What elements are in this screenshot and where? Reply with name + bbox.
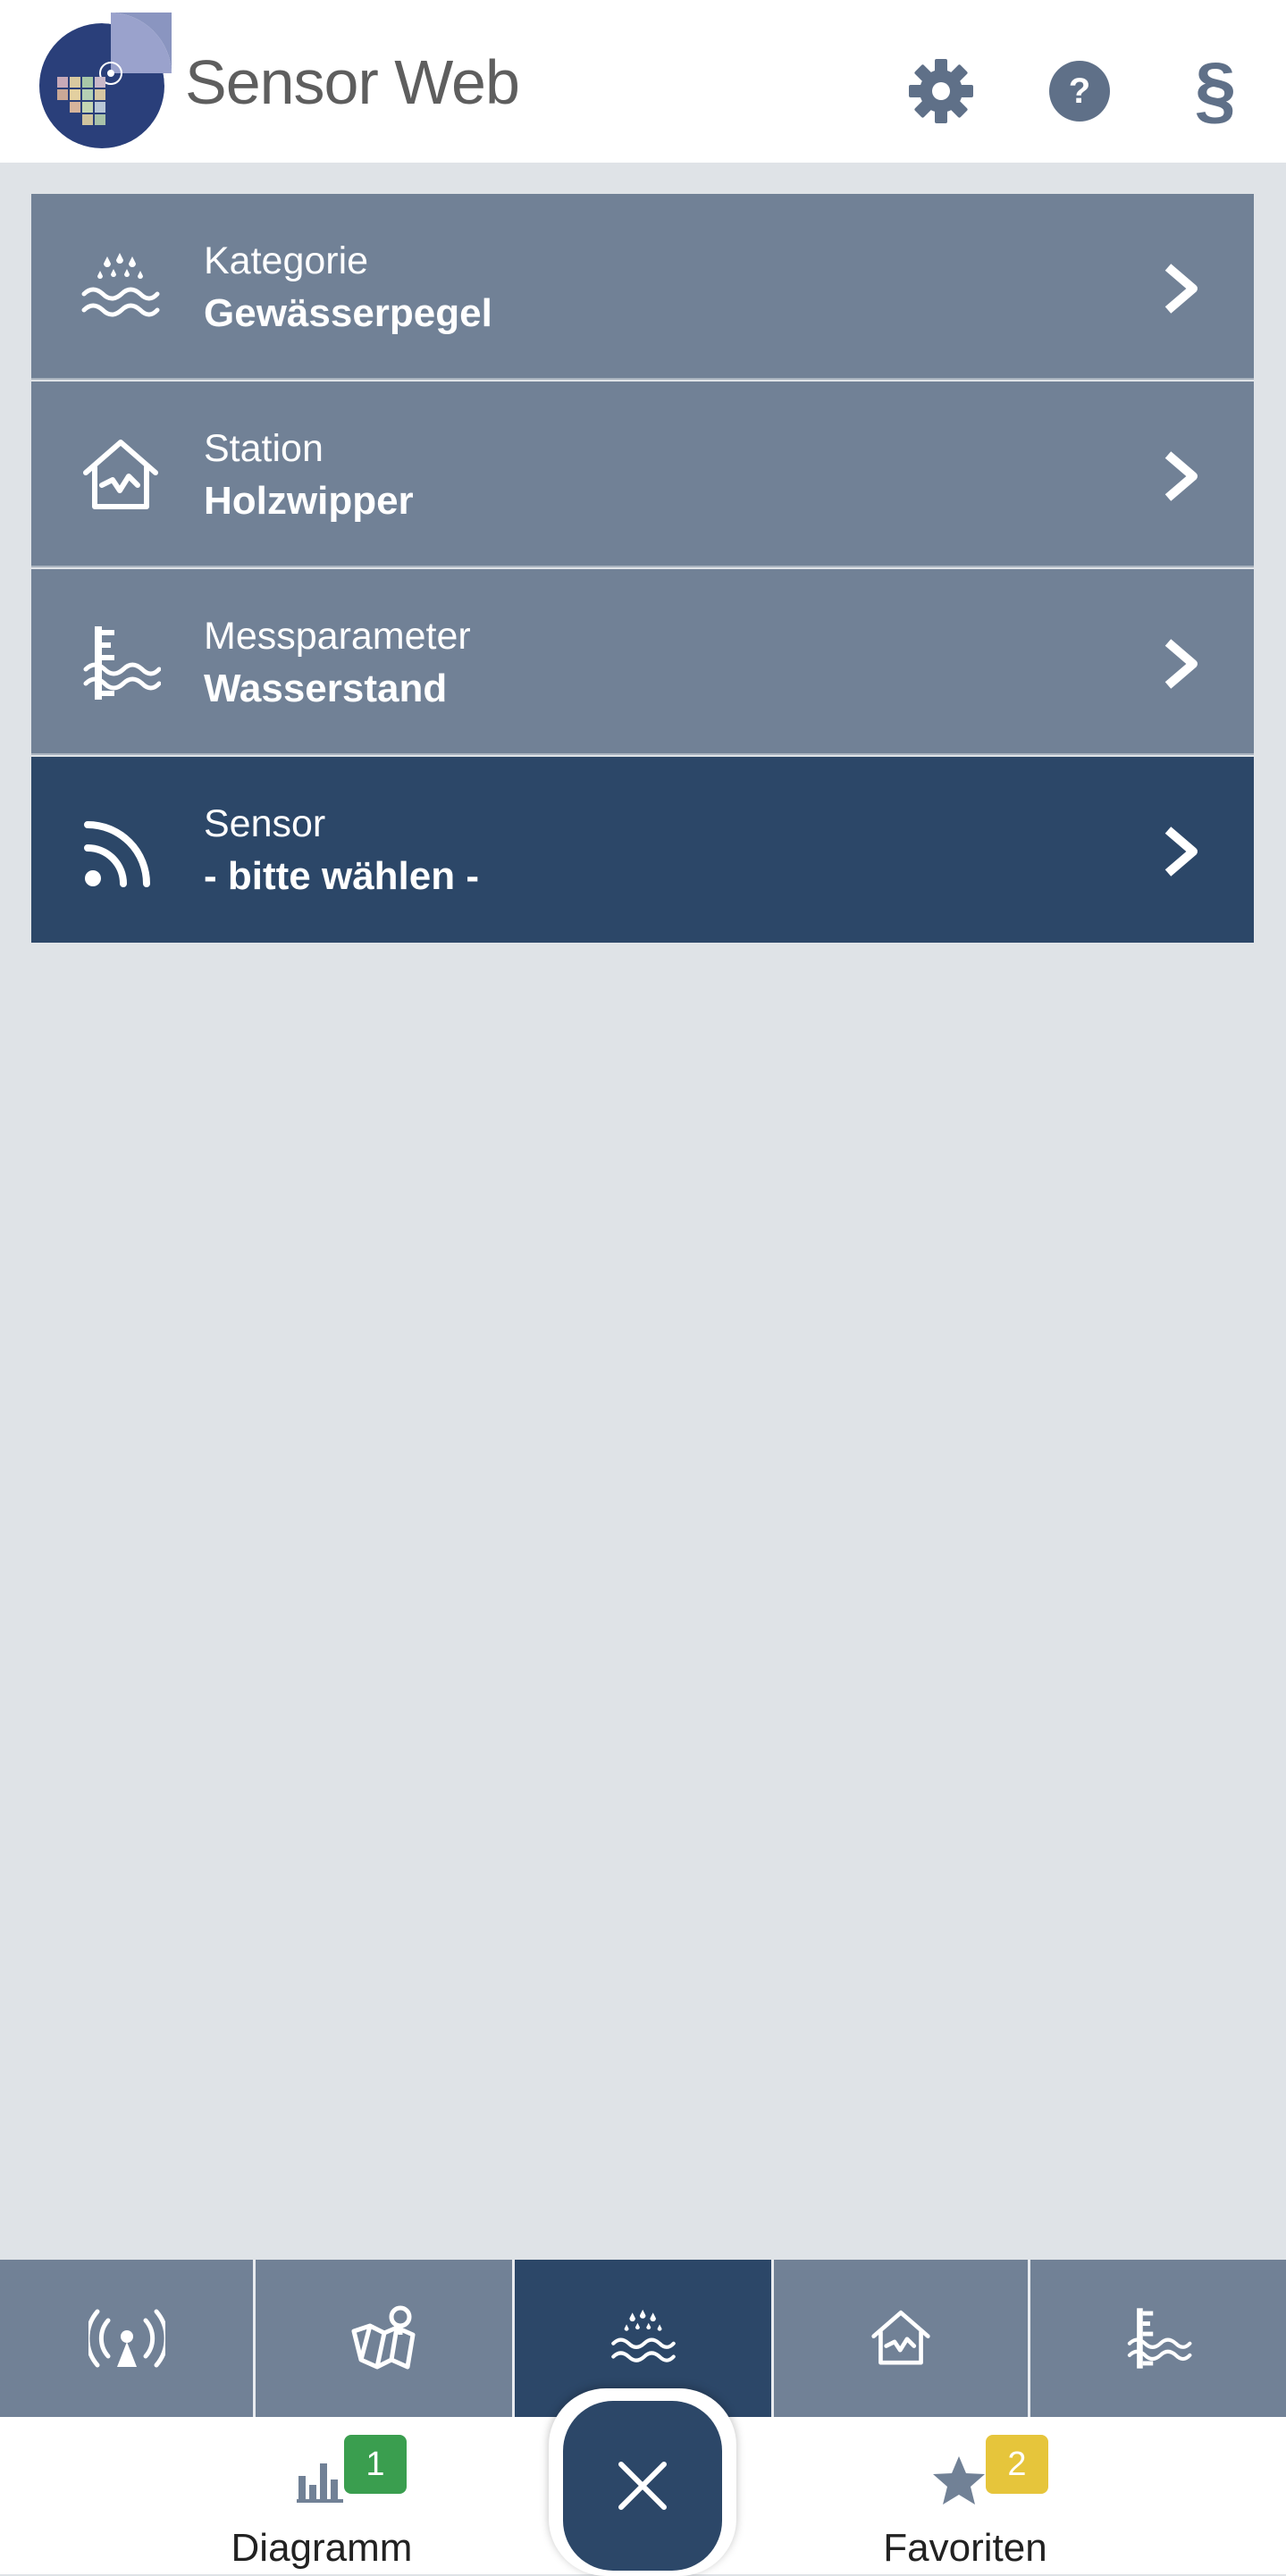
selection-value: Wasserstand xyxy=(204,667,448,710)
selection-label: Sensor xyxy=(204,802,326,845)
diagram-count-badge: 1 xyxy=(344,2435,407,2494)
water-level-icon xyxy=(83,626,161,700)
chevron-right-icon xyxy=(1164,827,1198,877)
sensor-web-logo xyxy=(39,13,172,148)
water-rain-icon xyxy=(610,2309,676,2362)
antenna-icon xyxy=(88,2309,165,2368)
selection-value: Gewässerpegel xyxy=(204,291,492,335)
selection-label: Messparameter xyxy=(204,615,471,658)
star-icon xyxy=(933,2456,985,2505)
selection-list: Kategorie Gewässerpegel Station Holzwipp… xyxy=(31,194,1254,944)
app-header: Sensor Web ? § xyxy=(0,0,1286,163)
gear-icon[interactable] xyxy=(905,55,977,127)
selection-row-category[interactable]: Kategorie Gewässerpegel xyxy=(31,194,1254,380)
close-button-inner xyxy=(563,2401,722,2571)
close-icon xyxy=(618,2462,667,2510)
tab-sensor-antenna[interactable] xyxy=(0,2260,256,2417)
water-rain-icon xyxy=(81,253,160,317)
favorites-button[interactable]: 2 Favoriten xyxy=(858,2417,1072,2574)
water-level-icon xyxy=(1127,2308,1192,2369)
help-icon[interactable]: ? xyxy=(1044,55,1115,127)
help-symbol: ? xyxy=(1068,71,1091,111)
app-name: Sensor Web xyxy=(185,47,520,117)
rss-icon xyxy=(84,821,150,887)
tab-map[interactable] xyxy=(256,2260,515,2417)
chevron-right-icon xyxy=(1164,451,1198,501)
selection-row-sensor[interactable]: Sensor - bitte wählen - xyxy=(31,757,1254,943)
favorites-label: Favoriten xyxy=(883,2526,1047,2570)
tab-parameter[interactable] xyxy=(1030,2260,1286,2417)
paragraph-icon[interactable]: § xyxy=(1180,50,1251,129)
house-icon xyxy=(871,2310,930,2365)
house-icon xyxy=(83,440,158,509)
favorites-count-badge: 2 xyxy=(986,2435,1048,2494)
diagram-button[interactable]: 1 Diagramm xyxy=(206,2417,438,2574)
selection-row-parameter[interactable]: Messparameter Wasserstand xyxy=(31,569,1254,755)
selection-value: Holzwipper xyxy=(204,479,414,523)
selection-label: Kategorie xyxy=(204,239,369,282)
map-pin-icon xyxy=(351,2305,415,2370)
selection-label: Station xyxy=(204,427,324,470)
diagram-label: Diagramm xyxy=(231,2526,413,2570)
chevron-right-icon xyxy=(1164,639,1198,689)
close-button[interactable] xyxy=(549,2388,736,2576)
chevron-right-icon xyxy=(1164,264,1198,314)
selection-value: - bitte wählen - xyxy=(204,854,479,898)
selection-row-station[interactable]: Station Holzwipper xyxy=(31,382,1254,567)
bar-chart-icon xyxy=(297,2463,343,2503)
tab-station[interactable] xyxy=(774,2260,1030,2417)
